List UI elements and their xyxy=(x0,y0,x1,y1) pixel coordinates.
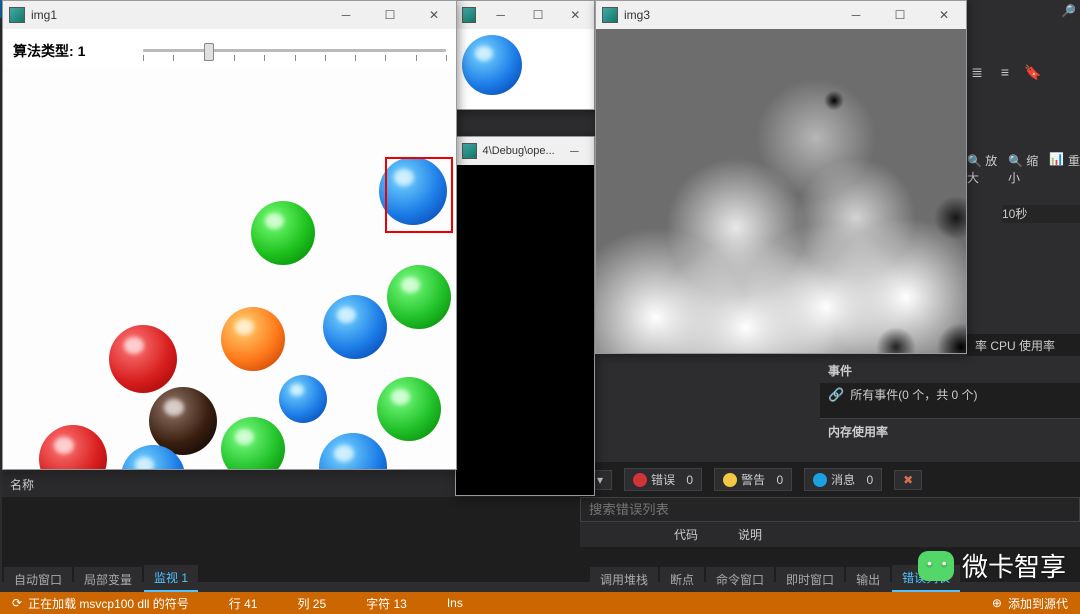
app-icon xyxy=(462,143,477,159)
cpu-usage-row: 率 CPU 使用率 xyxy=(967,334,1080,356)
tab-即时窗口[interactable]: 即时窗口 xyxy=(776,567,844,592)
error-icon xyxy=(633,473,647,487)
window-title: 4\Debug\ope... xyxy=(483,145,555,157)
zoom-in-label[interactable]: 🔍 放大 xyxy=(967,152,1004,174)
img2-window[interactable]: ─ ☐ ✕ xyxy=(455,0,595,110)
link-icon: 🔗 xyxy=(828,387,844,403)
loading-icon: ⟳ xyxy=(12,596,22,610)
status-add-source[interactable]: 添加到源代 xyxy=(1008,595,1068,612)
status-bar: ⟳ 正在加载 msvcp100 dll 的符号 行 41 列 25 字符 13 … xyxy=(0,592,1080,614)
status-loading: 正在加载 msvcp100 dll 的符号 xyxy=(28,595,189,612)
col-code[interactable]: 代码 xyxy=(674,526,698,543)
info-icon xyxy=(813,473,827,487)
candy-ball xyxy=(251,201,315,265)
trackbar-label: 算法类型: xyxy=(13,41,74,61)
warnings-pill[interactable]: 警告 0 xyxy=(714,468,792,491)
candy-ball xyxy=(39,425,107,469)
messages-pill[interactable]: 消息 0 xyxy=(804,468,882,491)
search-icon[interactable]: 🔎 xyxy=(1061,4,1076,18)
left-tabstrip: 自动窗口局部变量监视 1 xyxy=(4,570,580,592)
tab-命令窗口[interactable]: 命令窗口 xyxy=(706,567,774,592)
algorithm-trackbar[interactable] xyxy=(143,41,446,63)
app-icon xyxy=(602,7,618,23)
maximize-icon[interactable]: ☐ xyxy=(519,1,556,29)
maximize-icon[interactable]: ☐ xyxy=(878,1,922,29)
errors-pill[interactable]: 错误 0 xyxy=(624,468,702,491)
window-title: img3 xyxy=(624,8,650,22)
candy-ball xyxy=(462,35,522,95)
col-desc[interactable]: 说明 xyxy=(738,526,762,543)
watermark: 微卡智享 xyxy=(918,547,1066,584)
close-icon[interactable]: ✕ xyxy=(557,1,594,29)
clear-filter-button[interactable]: ✖ xyxy=(894,470,922,490)
app-icon xyxy=(462,7,476,23)
tab-自动窗口[interactable]: 自动窗口 xyxy=(4,567,72,592)
trackbar-value: 1 xyxy=(78,43,86,59)
timeline-seconds: 10秒 xyxy=(1002,205,1080,223)
candy-ball xyxy=(387,265,451,329)
wechat-icon xyxy=(918,551,954,581)
img1-window[interactable]: img1 ─ ☐ ✕ 算法类型: 1 xyxy=(2,0,457,470)
error-search-input[interactable] xyxy=(580,497,1080,522)
candy-image xyxy=(3,67,456,469)
bookmark-icon[interactable]: 🔖 xyxy=(1023,62,1043,82)
candy-ball xyxy=(279,375,327,423)
status-ins: Ins xyxy=(447,596,463,610)
add-source-icon[interactable]: ⊕ xyxy=(992,596,1002,610)
status-char: 字符 13 xyxy=(366,595,407,612)
candy-ball xyxy=(319,433,387,469)
tab-输出[interactable]: 输出 xyxy=(846,567,890,592)
window-title: img1 xyxy=(31,8,57,22)
toolbar-icon[interactable]: ≣ xyxy=(967,62,987,82)
candy-ball xyxy=(323,295,387,359)
reset-label[interactable]: 重 xyxy=(1068,152,1080,174)
debug-console-window[interactable]: 4\Debug\ope... ─ xyxy=(455,136,595,496)
candy-ball xyxy=(221,307,285,371)
close-icon[interactable]: ✕ xyxy=(922,1,966,29)
maximize-icon[interactable]: ☐ xyxy=(368,1,412,29)
events-header: 事件 xyxy=(820,358,1080,383)
zoom-out-label[interactable]: 🔍 缩小 xyxy=(1008,152,1045,174)
status-col: 列 25 xyxy=(297,595,326,612)
tab-断点[interactable]: 断点 xyxy=(660,567,704,592)
minimize-icon[interactable]: ─ xyxy=(555,137,594,165)
toolbar-icon[interactable]: ≡ xyxy=(995,62,1015,82)
minimize-icon[interactable]: ─ xyxy=(482,1,519,29)
diag-icon[interactable]: 📊 xyxy=(1049,152,1064,174)
minimize-icon[interactable]: ─ xyxy=(834,1,878,29)
tab-局部变量[interactable]: 局部变量 xyxy=(74,567,142,592)
status-line: 行 41 xyxy=(229,595,258,612)
detection-box xyxy=(385,157,453,233)
warning-icon xyxy=(723,473,737,487)
tab-调用堆栈[interactable]: 调用堆栈 xyxy=(590,567,658,592)
saliency-image xyxy=(596,29,966,353)
close-icon[interactable]: ✕ xyxy=(412,1,456,29)
events-all-row[interactable]: 🔗 所有事件(0 个，共 0 个) xyxy=(820,383,1080,406)
tab-监视 1[interactable]: 监视 1 xyxy=(144,565,198,592)
candy-ball xyxy=(109,325,177,393)
minimize-icon[interactable]: ─ xyxy=(324,1,368,29)
img3-window[interactable]: img3 ─ ☐ ✕ xyxy=(595,0,967,354)
memory-usage-header: 内存使用率 xyxy=(820,418,1080,440)
candy-ball xyxy=(377,377,441,441)
app-icon xyxy=(9,7,25,23)
candy-ball xyxy=(221,417,285,469)
